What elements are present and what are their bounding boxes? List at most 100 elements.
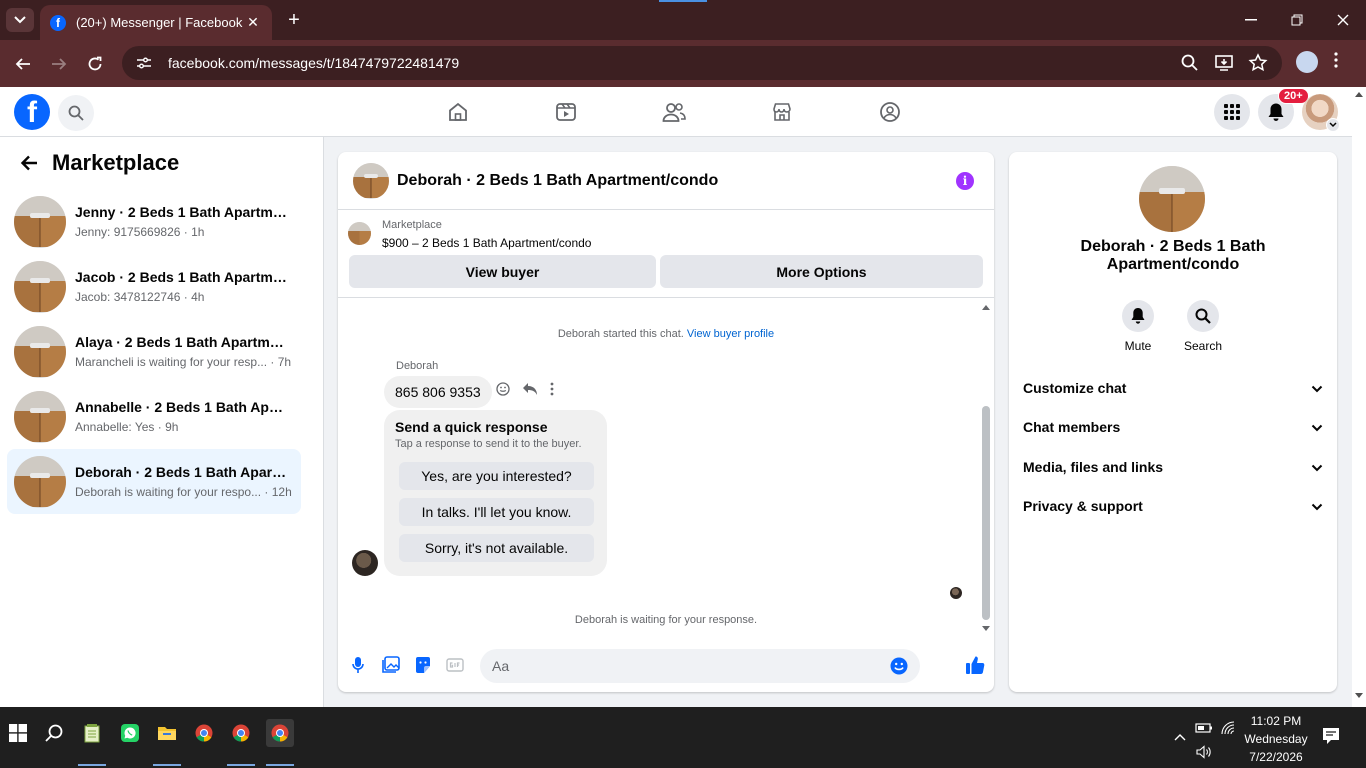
chat-scroll-thumb[interactable] xyxy=(982,406,990,620)
forward-icon[interactable] xyxy=(46,51,72,77)
message-thread: Deborah started this chat. View buyer pr… xyxy=(338,298,994,630)
tab-search-chevron-icon[interactable] xyxy=(6,8,34,32)
quick-response-title: Send a quick response xyxy=(395,419,548,435)
conversation-preview: Deborah is waiting for your respo... · 1… xyxy=(75,485,292,499)
zoom-icon[interactable] xyxy=(1180,53,1200,78)
friends-icon[interactable] xyxy=(648,87,700,137)
sticker-icon[interactable] xyxy=(412,654,434,676)
media-files-links-section[interactable]: Media, files and links xyxy=(1023,455,1323,479)
chat-members-section[interactable]: Chat members xyxy=(1023,415,1323,439)
conversation-name: Deborah · 2 Beds 1 Bath Apartm... xyxy=(75,464,287,480)
chat-listing-thumbnail[interactable] xyxy=(353,162,389,199)
conversation-item-alaya[interactable]: Alaya · 2 Beds 1 Bath Apartment... Maran… xyxy=(7,319,301,384)
conversation-info-panel: Deborah · 2 Beds 1 Bath Apartment/condo … xyxy=(1009,152,1337,692)
restore-button[interactable] xyxy=(1274,0,1320,40)
whatsapp-app-icon[interactable] xyxy=(118,721,142,745)
account-avatar[interactable] xyxy=(1302,94,1340,132)
chrome-app-icon[interactable] xyxy=(192,721,216,745)
battery-icon[interactable] xyxy=(1193,717,1215,739)
marketplace-sidebar: Marketplace Jenny · 2 Beds 1 Bath Apartm… xyxy=(0,137,324,707)
view-buyer-profile-link[interactable]: View buyer profile xyxy=(687,328,774,340)
message-more-icon[interactable] xyxy=(550,382,554,401)
menu-grid-icon[interactable] xyxy=(1214,94,1250,130)
chrome-app-icon-active[interactable] xyxy=(266,719,294,747)
main-nav-tabs xyxy=(432,87,916,137)
video-icon[interactable] xyxy=(540,87,592,137)
quick-response-option[interactable]: Yes, are you interested? xyxy=(399,462,594,490)
quick-response-card: Send a quick response Tap a response to … xyxy=(384,410,607,576)
browser-tab-messenger[interactable]: f (20+) Messenger | Facebook ✕ xyxy=(40,5,272,40)
minimize-button[interactable] xyxy=(1228,0,1274,40)
search-conversation-icon[interactable] xyxy=(1187,300,1219,332)
conversation-preview: Marancheli is waiting for your resp... ·… xyxy=(75,355,292,369)
home-icon[interactable] xyxy=(432,87,484,137)
back-icon[interactable] xyxy=(10,51,36,77)
conversation-info-icon[interactable]: i xyxy=(956,172,974,190)
network-icon[interactable] xyxy=(1218,717,1240,739)
taskbar-search-icon[interactable] xyxy=(42,721,66,745)
notepad-app-icon[interactable] xyxy=(80,721,104,745)
chrome-profile-avatar[interactable] xyxy=(1296,51,1318,73)
search-action[interactable]: Search xyxy=(1173,300,1233,353)
omnibox-actions xyxy=(1180,53,1268,78)
new-tab-button[interactable]: + xyxy=(282,8,306,32)
message-input[interactable]: Aa xyxy=(480,649,920,683)
conversation-item-annabelle[interactable]: Annabelle · 2 Beds 1 Bath Apart... Annab… xyxy=(7,384,301,449)
tray-overflow-chevron-icon[interactable] xyxy=(1169,726,1191,748)
marketplace-icon[interactable] xyxy=(756,87,808,137)
bookmark-star-icon[interactable] xyxy=(1248,53,1268,78)
site-info-icon[interactable] xyxy=(134,53,154,73)
like-thumb-icon[interactable] xyxy=(964,654,986,676)
listing-thumbnail xyxy=(14,260,66,313)
chat-header: Deborah · 2 Beds 1 Bath Apartment/condo … xyxy=(338,152,994,210)
sender-name: Deborah xyxy=(396,360,439,372)
windows-start-icon[interactable] xyxy=(6,721,30,745)
seen-indicator-avatar xyxy=(950,587,962,599)
action-center-icon[interactable] xyxy=(1322,727,1340,750)
listing-price-title[interactable]: $900 – 2 Beds 1 Bath Apartment/condo xyxy=(382,236,591,250)
emoji-icon[interactable] xyxy=(890,657,908,678)
facebook-logo-icon[interactable]: f xyxy=(14,94,50,130)
marketplace-listing-card: Marketplace $900 – 2 Beds 1 Bath Apartme… xyxy=(338,210,994,298)
privacy-support-section[interactable]: Privacy & support xyxy=(1023,494,1323,518)
gif-icon[interactable] xyxy=(444,654,466,676)
more-options-button[interactable]: More Options xyxy=(660,255,983,288)
running-indicator xyxy=(78,764,106,766)
conversation-preview: Jenny: 9175669826 · 1h xyxy=(75,225,205,239)
mute-bell-icon[interactable] xyxy=(1122,300,1154,332)
file-explorer-icon[interactable] xyxy=(155,721,179,745)
volume-icon[interactable] xyxy=(1193,741,1215,763)
chat-started-notice: Deborah started this chat. View buyer pr… xyxy=(557,328,775,340)
chrome-menu-icon[interactable] xyxy=(1334,52,1338,73)
page-scrollbar[interactable] xyxy=(1352,87,1366,707)
quick-response-option[interactable]: Sorry, it's not available. xyxy=(399,534,594,562)
taskbar-clock[interactable]: 11:02 PM Wednesday 7/22/2026 xyxy=(1240,712,1312,766)
tab-close-icon[interactable]: ✕ xyxy=(244,14,262,31)
sender-avatar[interactable] xyxy=(352,550,378,576)
address-bar[interactable]: facebook.com/messages/t/1847479722481479 xyxy=(122,46,1282,80)
gaming-icon[interactable] xyxy=(864,87,916,137)
notifications-bell-icon[interactable]: 20+ xyxy=(1258,88,1309,130)
quick-response-option[interactable]: In talks. I'll let you know. xyxy=(399,498,594,526)
conversation-item-jacob[interactable]: Jacob · 2 Beds 1 Bath Apartment... Jacob… xyxy=(7,254,301,319)
facebook-search-icon[interactable] xyxy=(58,95,94,131)
view-buyer-button[interactable]: View buyer xyxy=(349,255,656,288)
conversation-item-deborah[interactable]: Deborah · 2 Beds 1 Bath Apartm... Debora… xyxy=(7,449,301,514)
back-arrow-icon[interactable] xyxy=(18,152,40,174)
chat-scrollbar[interactable] xyxy=(980,298,992,634)
customize-chat-section[interactable]: Customize chat xyxy=(1023,376,1323,400)
chat-title[interactable]: Deborah · 2 Beds 1 Bath Apartment/condo xyxy=(397,172,718,190)
message-bubble[interactable]: 865 806 9353 xyxy=(384,376,492,408)
listing-mini-thumbnail xyxy=(348,222,371,245)
install-app-icon[interactable] xyxy=(1214,53,1234,78)
photo-attach-icon[interactable] xyxy=(380,654,402,676)
reload-icon[interactable] xyxy=(82,51,108,77)
close-window-button[interactable] xyxy=(1320,0,1366,40)
reply-icon[interactable] xyxy=(522,382,538,401)
mute-action[interactable]: Mute xyxy=(1108,300,1168,353)
microphone-icon[interactable] xyxy=(347,654,369,676)
react-emoji-icon[interactable] xyxy=(496,382,510,401)
sidebar-title: Marketplace xyxy=(52,150,180,175)
conversation-item-jenny[interactable]: Jenny · 2 Beds 1 Bath Apartment... Jenny… xyxy=(7,189,301,254)
chrome-app-icon-2[interactable] xyxy=(229,721,253,745)
